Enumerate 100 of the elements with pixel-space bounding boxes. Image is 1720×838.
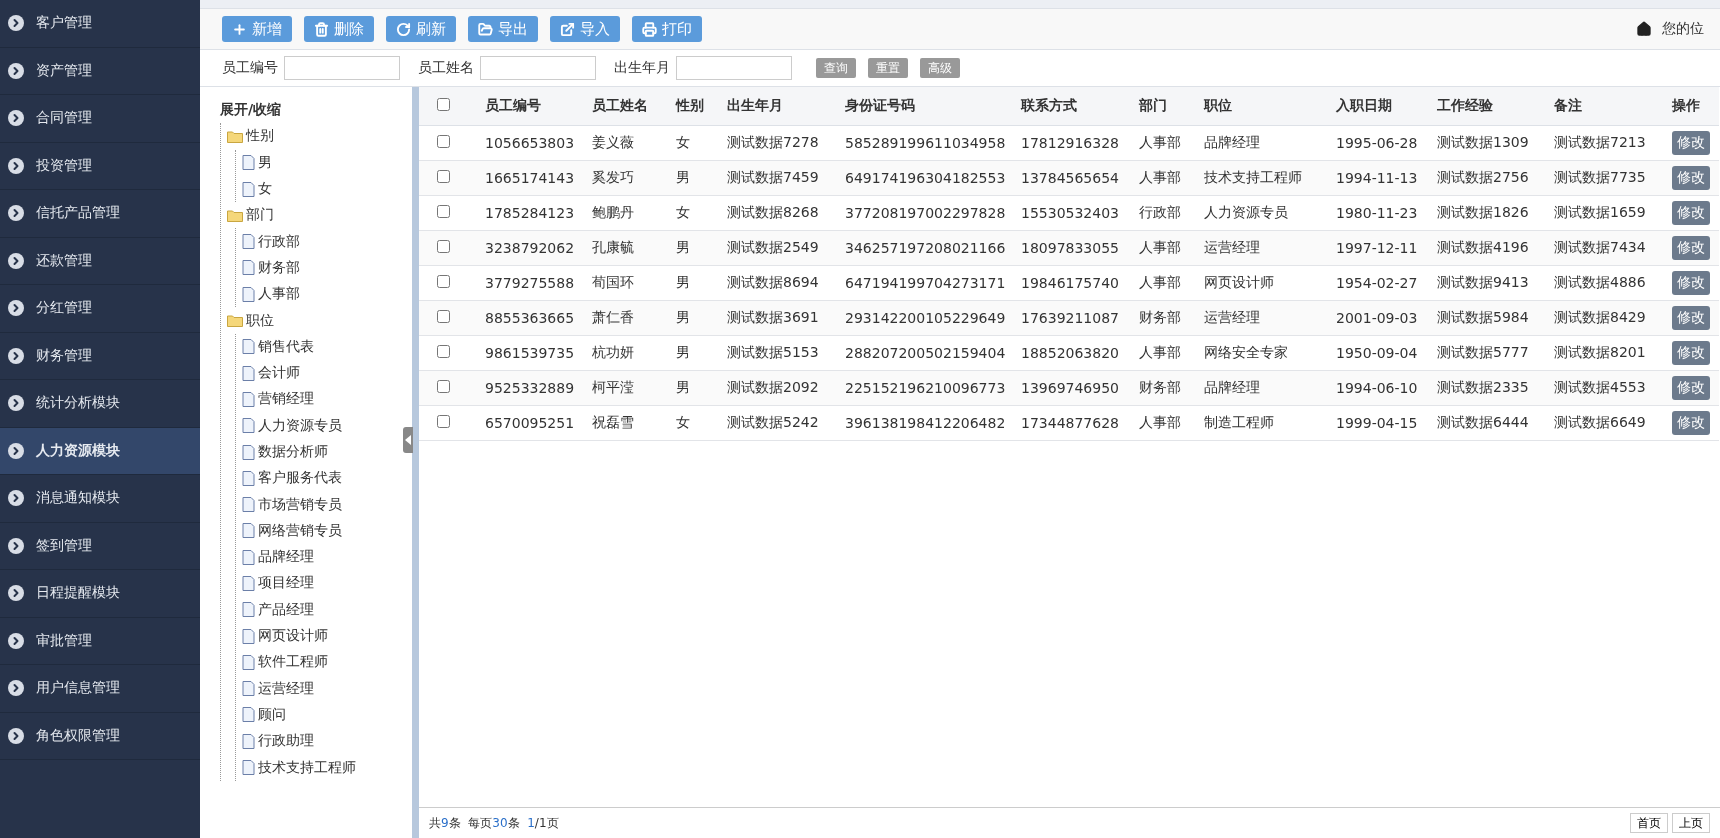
tree-node[interactable]: 项目经理	[258, 574, 314, 593]
tree-node[interactable]: 销售代表	[258, 337, 314, 356]
tree-node[interactable]: 人事部	[258, 285, 300, 304]
table-cell: 测试数据7735	[1544, 160, 1662, 196]
tree-node[interactable]: 品牌经理	[258, 548, 314, 567]
tree-node[interactable]: 展开/收缩	[220, 101, 282, 120]
input-field[interactable]	[480, 56, 596, 80]
table-cell: 网络安全专家	[1194, 335, 1326, 371]
document-icon	[242, 444, 255, 460]
column-header: 联系方式	[1011, 87, 1129, 126]
document-icon	[242, 391, 255, 407]
checkbox[interactable]	[437, 345, 450, 358]
home-icon	[1636, 21, 1652, 37]
table-cell: 19846175740	[1011, 265, 1129, 301]
tree-node[interactable]: 营销经理	[258, 390, 314, 409]
edit-button[interactable]: 修改	[1672, 376, 1710, 400]
tree-node[interactable]: 市场营销专员	[258, 495, 342, 514]
table-cell: 测试数据5153	[717, 335, 835, 371]
table-cell: 品牌经理	[1194, 125, 1326, 161]
edit-button[interactable]: 修改	[1672, 411, 1710, 435]
table-cell: 1954-02-27	[1326, 265, 1427, 301]
folder-icon	[478, 21, 493, 37]
document-icon	[242, 497, 255, 513]
edit-button[interactable]: 修改	[1672, 201, 1710, 225]
edit-button[interactable]: 修改	[1672, 271, 1710, 295]
table-cell: 18097833055	[1011, 230, 1129, 266]
folder-icon	[227, 314, 243, 327]
checkbox[interactable]	[437, 98, 450, 111]
tree-node[interactable]: 部门	[246, 206, 274, 225]
tree-node[interactable]: 网页设计师	[258, 627, 328, 646]
chevron-icon	[8, 585, 24, 602]
tree-node[interactable]: 产品经理	[258, 600, 314, 619]
edit-button[interactable]: 修改	[1672, 236, 1710, 260]
table-cell: 制造工程师	[1194, 405, 1326, 441]
input-field[interactable]	[284, 56, 400, 80]
tree-node[interactable]: 会计师	[258, 364, 300, 383]
document-icon	[242, 155, 255, 171]
column-header: 员工编号	[475, 87, 582, 126]
table-cell: 行政部	[1129, 195, 1194, 231]
tree-node[interactable]: 行政助理	[258, 732, 314, 751]
tree-node[interactable]: 技术支持工程师	[258, 758, 356, 777]
table-cell: 3779275588	[475, 265, 582, 301]
document-icon	[242, 181, 255, 197]
checkbox[interactable]	[437, 275, 450, 288]
tree-node[interactable]: 数据分析师	[258, 443, 328, 461]
pager-button[interactable]: 上页	[1672, 813, 1710, 833]
table-cell: 2001-09-03	[1326, 300, 1427, 336]
table-cell: 18852063820	[1011, 335, 1129, 371]
tree-node[interactable]: 软件工程师	[258, 653, 328, 672]
tree-node[interactable]: 职位	[246, 311, 274, 330]
document-icon	[242, 549, 255, 565]
checkbox[interactable]	[437, 135, 450, 148]
table-cell: 测试数据6649	[1544, 405, 1662, 441]
field-label: 员工编号	[222, 59, 278, 77]
checkbox[interactable]	[437, 205, 450, 218]
document-icon	[242, 260, 255, 276]
tree-node[interactable]: 人力资源专员	[258, 416, 342, 435]
table-cell: 测试数据6444	[1427, 405, 1544, 441]
tree-node[interactable]: 行政部	[258, 232, 300, 251]
collapse-handle[interactable]	[403, 427, 413, 453]
table-cell: 测试数据9413	[1427, 265, 1544, 301]
tree-node[interactable]: 网络营销专员	[258, 521, 342, 540]
table-cell: 647194199704273171	[835, 265, 1011, 301]
checkbox[interactable]	[437, 240, 450, 253]
checkbox[interactable]	[437, 380, 450, 393]
tree-node[interactable]: 男	[258, 153, 272, 172]
folder-icon	[227, 208, 243, 222]
edit-button[interactable]: 修改	[1672, 306, 1710, 330]
edit-button[interactable]: 修改	[1672, 166, 1710, 190]
tree-node[interactable]: 运营经理	[258, 679, 314, 698]
checkbox[interactable]	[437, 310, 450, 323]
tree-node[interactable]: 客户服务代表	[258, 469, 342, 488]
table-cell: 测试数据8268	[717, 195, 835, 231]
table-cell: 测试数据4196	[1427, 230, 1544, 266]
tree-node[interactable]: 顾问	[258, 705, 286, 724]
tree-node[interactable]: 财务部	[258, 258, 300, 277]
chevron-icon	[8, 252, 24, 269]
sidebar-item[interactable]: 人力资源模块	[0, 427, 200, 475]
table-cell: 1665174143	[475, 160, 582, 196]
document-icon	[242, 470, 255, 486]
tree-node[interactable]: 性别	[246, 127, 274, 146]
table-cell: 测试数据4553	[1544, 370, 1662, 406]
table-cell: 测试数据5777	[1427, 335, 1544, 371]
tree-node[interactable]: 女	[258, 180, 272, 199]
edit-button[interactable]: 修改	[1672, 341, 1710, 365]
document-icon	[242, 707, 255, 723]
document-icon	[242, 681, 255, 697]
table-cell: 人事部	[1129, 335, 1194, 371]
table-cell: 测试数据7213	[1544, 125, 1662, 161]
table-cell: 测试数据8201	[1544, 335, 1662, 371]
pager-button[interactable]: 首页	[1630, 813, 1668, 833]
table-cell: 1785284123	[475, 195, 582, 231]
input-field[interactable]	[676, 56, 792, 80]
checkbox[interactable]	[437, 415, 450, 428]
edit-button[interactable]: 修改	[1672, 131, 1710, 155]
refresh-icon	[396, 21, 411, 37]
document-icon	[242, 576, 255, 591]
checkbox[interactable]	[437, 170, 450, 183]
table-cell: 萧仁香	[582, 300, 666, 336]
table-cell: 财务部	[1129, 300, 1194, 336]
